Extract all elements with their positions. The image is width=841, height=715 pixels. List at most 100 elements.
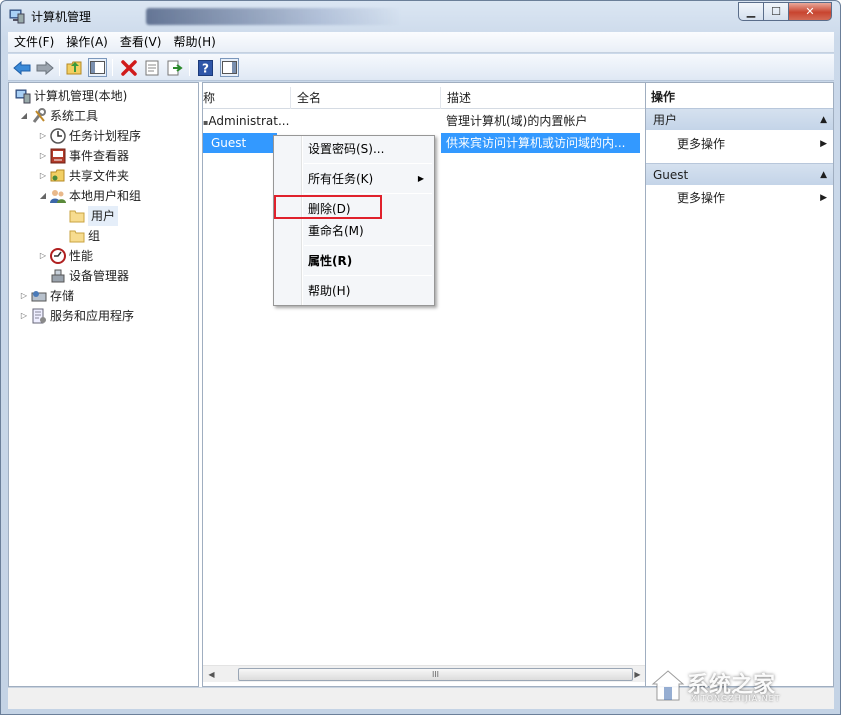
- show-hide-tree-icon[interactable]: [88, 58, 107, 77]
- tree-item-device-manager[interactable]: 设备管理器: [48, 266, 129, 286]
- user-description-cell: 供来宾访问计算机或访问域的内...: [446, 136, 626, 150]
- properties-icon[interactable]: [142, 58, 161, 77]
- folder-icon: [69, 208, 85, 224]
- folder-icon: [69, 228, 85, 244]
- clock-icon: [50, 128, 66, 144]
- collapse-up-icon[interactable]: ▲: [820, 164, 827, 186]
- forward-arrow-icon[interactable]: [35, 58, 54, 77]
- collapsed-triangle-icon[interactable]: ▷: [19, 286, 29, 306]
- expanded-triangle-icon[interactable]: ◢: [38, 186, 48, 206]
- submenu-arrow-icon: ▶: [820, 193, 827, 203]
- storage-icon: [31, 288, 47, 304]
- menu-item-rename[interactable]: 重命名(M): [276, 220, 432, 242]
- tree-item-computer-management[interactable]: 计算机管理(本地): [13, 86, 127, 106]
- column-header-fullname[interactable]: 全名: [291, 87, 441, 109]
- action-pane-title: 操作: [651, 90, 676, 104]
- shared-folder-icon: [50, 168, 66, 184]
- tree-item-task-scheduler[interactable]: ▷ 任务计划程序: [38, 126, 141, 146]
- event-viewer-icon: [50, 148, 66, 164]
- minimize-button[interactable]: ▁: [738, 2, 764, 21]
- menu-bar: 文件(F) 操作(A) 查看(V) 帮助(H): [8, 32, 834, 53]
- user-description-cell: 管理计算机(域)的内置帐户: [446, 114, 588, 128]
- tree-item-performance[interactable]: ▷ 性能: [38, 246, 93, 266]
- computer-management-icon: [9, 8, 25, 24]
- menu-item-help[interactable]: 帮助(H): [276, 280, 432, 302]
- up-folder-icon[interactable]: [65, 58, 84, 77]
- collapsed-triangle-icon[interactable]: ▷: [38, 126, 48, 146]
- back-arrow-icon[interactable]: [12, 58, 31, 77]
- menu-file[interactable]: 文件(F): [8, 32, 60, 53]
- help-icon[interactable]: ?: [196, 58, 215, 77]
- menu-action[interactable]: 操作(A): [60, 32, 114, 53]
- toolbar-separator: [189, 59, 190, 76]
- tree-label: 事件查看器: [69, 149, 130, 163]
- action-group-label: Guest: [653, 168, 689, 182]
- tree-label: 本地用户和组: [69, 189, 142, 203]
- app-window: 计算机管理 ▁ ☐ ✕ 文件(F) 操作(A) 查看(V) 帮助(H) ? 计算…: [0, 0, 841, 715]
- collapsed-triangle-icon[interactable]: ▷: [38, 246, 48, 266]
- delete-icon[interactable]: [119, 58, 138, 77]
- tree-label: 组: [88, 229, 101, 243]
- services-icon: [31, 308, 47, 324]
- scroll-right-icon[interactable]: ▶: [629, 666, 646, 683]
- user-name-cell: ▪Administrat...: [203, 114, 290, 128]
- tree-label: 用户: [88, 206, 119, 226]
- maximize-button[interactable]: ☐: [763, 2, 789, 21]
- svg-text:?: ?: [202, 61, 209, 75]
- tree-label: 任务计划程序: [69, 129, 142, 143]
- context-menu: 设置密码(S)... 所有任务(K) ▶ 删除(D) 重命名(M) 属性(R) …: [273, 135, 435, 306]
- tree-item-system-tools[interactable]: ◢ 系统工具: [19, 106, 98, 126]
- tree-item-services-applications[interactable]: ▷ 服务和应用程序: [19, 306, 134, 326]
- submenu-arrow-icon: ▶: [820, 139, 827, 149]
- toolbar-separator: [112, 59, 113, 76]
- tree-item-storage[interactable]: ▷ 存储: [19, 286, 74, 306]
- menu-item-set-password[interactable]: 设置密码(S)...: [276, 138, 432, 160]
- menu-view[interactable]: 查看(V): [114, 32, 168, 53]
- menu-item-properties[interactable]: 属性(R): [276, 250, 432, 272]
- action-more-actions-guest[interactable]: 更多操作 ▶: [646, 187, 833, 209]
- action-group-label: 用户: [653, 113, 678, 127]
- collapsed-triangle-icon[interactable]: ▷: [19, 306, 29, 326]
- list-header: 称 全名 描述: [203, 87, 646, 109]
- action-pane: 操作 用户 ▲ 更多操作 ▶ Guest ▲ 更多操作 ▶: [645, 82, 834, 687]
- menu-separator: [304, 245, 432, 246]
- column-header-description[interactable]: 描述: [441, 87, 646, 109]
- action-item-label: 更多操作: [677, 191, 726, 205]
- horizontal-scrollbar[interactable]: ◀ III ▶: [203, 665, 646, 682]
- expanded-triangle-icon[interactable]: ◢: [19, 106, 29, 126]
- collapse-up-icon[interactable]: ▲: [820, 109, 827, 131]
- action-more-actions-users[interactable]: 更多操作 ▶: [646, 133, 833, 155]
- action-item-label: 更多操作: [677, 137, 726, 151]
- column-header-name[interactable]: 称: [203, 87, 291, 109]
- tree-label: 系统工具: [50, 109, 99, 123]
- export-list-icon[interactable]: [165, 58, 184, 77]
- tree-label: 设备管理器: [69, 269, 130, 283]
- menu-separator: [304, 193, 432, 194]
- collapsed-triangle-icon[interactable]: ▷: [38, 146, 48, 166]
- tree-item-users[interactable]: 用户: [67, 206, 119, 226]
- action-group-guest[interactable]: Guest ▲: [646, 163, 833, 185]
- tree-item-event-viewer[interactable]: ▷ 事件查看器: [38, 146, 129, 166]
- computer-management-icon: [15, 88, 31, 104]
- tree-label: 服务和应用程序: [50, 309, 135, 323]
- users-group-icon: [50, 188, 66, 204]
- tree-label: 计算机管理(本地): [34, 89, 128, 103]
- menu-item-all-tasks[interactable]: 所有任务(K) ▶: [276, 168, 432, 190]
- tree-item-shared-folders[interactable]: ▷ 共享文件夹: [38, 166, 129, 186]
- watermark: 系统之家 XITONGZHIJIA.NET: [651, 665, 831, 707]
- collapsed-triangle-icon[interactable]: ▷: [38, 166, 48, 186]
- title-bar[interactable]: 计算机管理 ▁ ☐ ✕: [1, 1, 840, 31]
- table-row[interactable]: ▪Administrat... 管理计算机(域)的内置帐户: [203, 111, 646, 131]
- close-button[interactable]: ✕: [788, 2, 832, 21]
- scroll-thumb[interactable]: III: [238, 668, 633, 681]
- highlight-annotation-box: [274, 195, 382, 219]
- submenu-arrow-icon: ▶: [417, 174, 424, 183]
- console-tree: 计算机管理(本地) ◢ 系统工具 ▷ 任务计划程序 ▷ 事件查看器 ▷ 共享文件…: [8, 82, 199, 687]
- scroll-left-icon[interactable]: ◀: [203, 666, 220, 683]
- menu-help[interactable]: 帮助(H): [167, 32, 221, 53]
- action-group-users[interactable]: 用户 ▲: [646, 108, 833, 130]
- tree-item-local-users-groups[interactable]: ◢ 本地用户和组: [38, 186, 141, 206]
- toolbar-separator: [59, 59, 60, 76]
- show-hide-action-pane-icon[interactable]: [220, 58, 239, 77]
- tree-item-groups[interactable]: 组: [67, 226, 100, 246]
